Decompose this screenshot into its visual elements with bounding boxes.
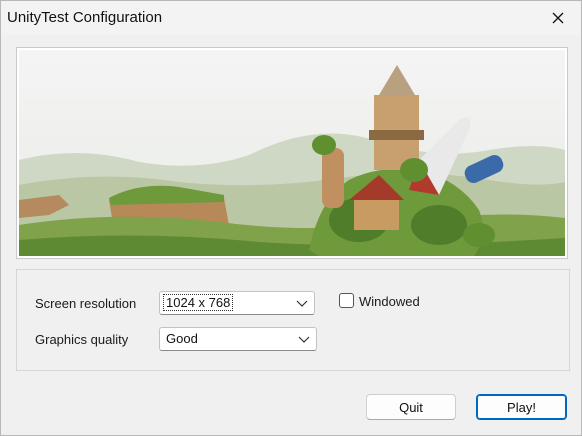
close-icon [552,12,564,24]
quit-button[interactable]: Quit [366,394,456,420]
chevron-down-icon [298,336,310,343]
banner-image [16,47,568,259]
window-title: UnityTest Configuration [7,9,163,26]
close-button[interactable] [535,1,581,35]
settings-group [16,269,570,371]
screen-resolution-select[interactable]: 1024 x 768 [159,291,315,315]
screen-resolution-value: 1024 x 768 [162,294,234,311]
windowed-label: Windowed [359,294,420,309]
config-window: UnityTest Configuration Screen resolutio… [0,0,582,436]
screen-resolution-label: Screen resolution [35,296,137,311]
windowed-checkbox[interactable] [339,293,354,308]
graphics-quality-label: Graphics quality [35,332,129,347]
graphics-quality-select[interactable]: Good [159,327,317,351]
play-button[interactable]: Play! [476,394,567,420]
title-bar: UnityTest Configuration [1,1,581,35]
chevron-down-icon [296,300,308,307]
graphics-quality-value: Good [166,331,198,346]
